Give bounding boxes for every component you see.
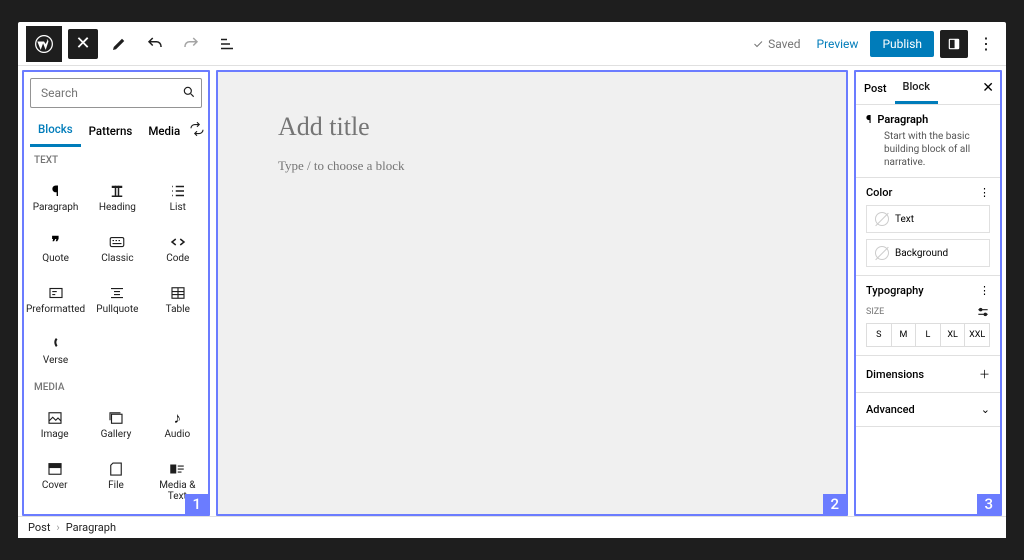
size-xl[interactable]: XL (941, 324, 966, 346)
block-file[interactable]: File (85, 448, 146, 510)
reusable-icon[interactable] (188, 120, 206, 142)
block-code[interactable]: Code (148, 221, 208, 272)
block-inserter-panel: Blocks Patterns Media TEXT ¶Paragraph He… (22, 70, 210, 516)
tab-media[interactable]: Media (140, 116, 188, 146)
block-preformatted[interactable]: Preformatted (24, 272, 87, 323)
block-pullquote[interactable]: Pullquote (87, 272, 147, 323)
swatch-icon (875, 246, 889, 260)
audio-icon: ♪ (174, 407, 182, 429)
paragraph-placeholder[interactable]: Type / to choose a block (278, 158, 786, 174)
editor-canvas[interactable]: Type / to choose a block 2 (216, 70, 848, 516)
advanced-panel[interactable]: Advanced⌄ (856, 393, 1000, 427)
preview-button[interactable]: Preview (811, 33, 865, 55)
breadcrumb-post[interactable]: Post (28, 521, 50, 534)
sliders-icon[interactable] (976, 305, 990, 319)
block-desc: Start with the basic building block of a… (884, 130, 990, 169)
panel-number-1: 1 (185, 494, 208, 514)
dimensions-panel[interactable]: Dimensions＋ (856, 356, 1000, 393)
size-selector: S M L XL XXL (866, 323, 990, 347)
size-s[interactable]: S (867, 324, 892, 346)
pullquote-icon (108, 282, 126, 304)
size-m[interactable]: M (892, 324, 917, 346)
redo-icon[interactable] (176, 29, 206, 59)
tab-patterns[interactable]: Patterns (81, 116, 141, 146)
wordpress-logo[interactable] (26, 26, 62, 62)
block-heading[interactable]: Heading (87, 170, 147, 221)
block-name: Paragraph (877, 113, 928, 126)
breadcrumb-leaf[interactable]: Paragraph (66, 521, 116, 534)
cover-icon (46, 458, 64, 480)
color-background-row[interactable]: Background (866, 239, 990, 267)
code-icon (169, 231, 187, 253)
media-text-icon (168, 458, 186, 480)
category-media: MEDIA (24, 374, 208, 397)
tab-block-settings[interactable]: Block (895, 72, 938, 104)
swatch-icon (875, 212, 889, 226)
block-quote[interactable]: ❞Quote (24, 221, 87, 272)
tab-blocks[interactable]: Blocks (30, 114, 81, 147)
block-table[interactable]: Table (148, 272, 208, 323)
search-input[interactable] (30, 78, 202, 108)
post-title-input[interactable] (278, 112, 786, 142)
block-gallery[interactable]: Gallery (85, 397, 146, 448)
chevron-right-icon: › (56, 521, 59, 534)
image-icon (46, 407, 64, 429)
panel-number-3: 3 (977, 494, 1000, 514)
quote-icon: ❞ (52, 231, 60, 253)
search-icon (182, 85, 196, 99)
paragraph-icon: ¶ (866, 113, 871, 126)
edit-icon[interactable] (104, 29, 134, 59)
file-icon (107, 458, 125, 480)
color-heading: Color (866, 186, 892, 199)
block-image[interactable]: Image (24, 397, 85, 448)
block-list[interactable]: List (148, 170, 208, 221)
color-text-row[interactable]: Text (866, 205, 990, 233)
chevron-down-icon: ⌄ (981, 403, 990, 416)
preformatted-icon (47, 282, 65, 304)
settings-toggle-icon[interactable] (940, 30, 968, 58)
table-icon (169, 282, 187, 304)
document-overview-icon[interactable] (212, 29, 242, 59)
block-verse[interactable]: Verse (24, 323, 87, 374)
top-toolbar: ✕ Saved Preview Publish ⋮ (18, 22, 1006, 66)
breadcrumb: Post › Paragraph (18, 516, 1006, 538)
block-cover[interactable]: Cover (24, 448, 85, 510)
verse-icon (47, 333, 65, 355)
block-classic[interactable]: Classic (87, 221, 147, 272)
gallery-icon (107, 407, 125, 429)
panel-number-2: 2 (823, 494, 846, 514)
size-l[interactable]: L (916, 324, 941, 346)
save-status: Saved (752, 37, 800, 51)
close-inserter-button[interactable]: ✕ (68, 29, 98, 59)
undo-icon[interactable] (140, 29, 170, 59)
close-settings-icon[interactable]: ✕ (976, 80, 1000, 96)
paragraph-icon: ¶ (52, 180, 59, 202)
settings-sidebar: Post Block ✕ ¶ Paragraph Start with the b… (854, 70, 1002, 516)
list-icon (169, 180, 187, 202)
plus-icon: ＋ (979, 366, 990, 382)
classic-icon (108, 231, 126, 253)
size-xxl[interactable]: XXL (965, 324, 989, 346)
tab-post[interactable]: Post (856, 74, 895, 103)
block-paragraph[interactable]: ¶Paragraph (24, 170, 87, 221)
publish-button[interactable]: Publish (870, 31, 934, 57)
size-label: SIZE (866, 307, 884, 317)
color-menu-icon[interactable]: ⋮ (979, 186, 990, 199)
typography-heading: Typography (866, 284, 924, 297)
block-audio[interactable]: ♪Audio (147, 397, 208, 448)
more-menu-icon[interactable]: ⋮ (974, 34, 998, 53)
typo-menu-icon[interactable]: ⋮ (979, 284, 990, 297)
heading-icon (108, 180, 126, 202)
category-text: TEXT (24, 147, 208, 170)
